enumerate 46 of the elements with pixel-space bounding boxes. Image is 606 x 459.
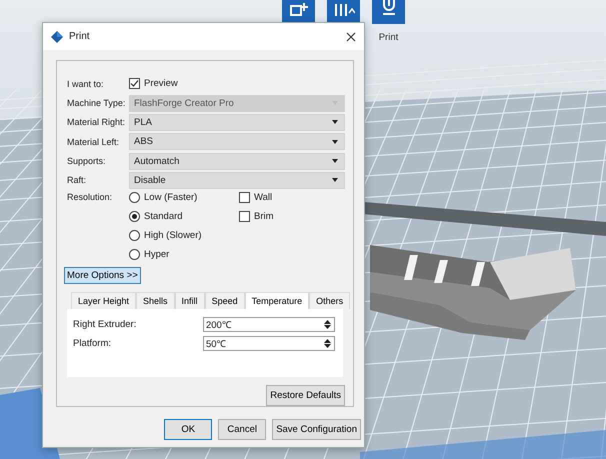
caret-icon — [332, 159, 338, 164]
field-label: Platform: — [73, 338, 112, 350]
dropdown[interactable]: PLA — [129, 114, 345, 131]
option-checkbox[interactable]: Wall — [239, 192, 274, 204]
settings-tab[interactable]: Shells — [136, 292, 175, 310]
settings-tab[interactable]: Layer Height — [71, 292, 136, 310]
temperature-spinbox[interactable]: 200℃ — [202, 317, 335, 332]
dialog-button[interactable]: Save Configuration — [272, 419, 361, 440]
restore-defaults-button[interactable]: Restore Defaults — [266, 384, 345, 406]
resolution-radio[interactable]: Hyper — [129, 249, 239, 260]
diamond-logo-icon — [51, 30, 63, 42]
resolution-radio[interactable]: High (Slower) — [129, 230, 239, 242]
option-checkbox[interactable]: Brim — [239, 211, 274, 222]
dropdown[interactable]: Automatch — [129, 152, 345, 170]
preview-checkbox[interactable]: Preview — [129, 78, 178, 90]
settings-tab[interactable]: Infill — [174, 292, 205, 310]
resolution-radio[interactable]: Low (Faster) — [129, 192, 239, 204]
add-object-icon — [288, 2, 308, 16]
spin-arrows-icon — [324, 339, 331, 348]
field-label: Resolution: — [67, 192, 114, 204]
temperature-spinbox[interactable]: 50℃ — [202, 336, 335, 352]
bars-icon — [332, 2, 354, 16]
dialog-title: Print — [69, 31, 91, 42]
field-label: Supports: — [67, 156, 107, 166]
spin-arrows-icon — [324, 320, 331, 330]
settings-tab[interactable]: Temperature — [244, 292, 310, 310]
field-label: Material Right: — [67, 117, 126, 128]
caret-icon — [332, 140, 338, 144]
field-label: Machine Type: — [67, 98, 126, 108]
settings-tab[interactable]: Others — [309, 292, 350, 310]
more-options-button[interactable]: More Options >> — [64, 267, 141, 284]
resolution-radio[interactable]: Standard — [129, 211, 239, 222]
dialog-button[interactable]: Cancel — [218, 419, 266, 440]
field-label: I want to: — [67, 78, 105, 89]
close-icon[interactable] — [346, 32, 356, 42]
caret-icon — [332, 120, 338, 124]
dialog-button[interactable]: OK — [164, 419, 212, 440]
toolbar-label: Print — [378, 32, 398, 43]
field-label: Right Extruder: — [73, 319, 138, 330]
field-label: Raft: — [67, 175, 88, 186]
settings-tab[interactable]: Speed — [204, 292, 245, 310]
dropdown[interactable]: ABS — [129, 133, 345, 150]
print-nozzle-icon — [380, 0, 396, 16]
caret-icon — [332, 178, 338, 182]
field-label: Material Left: — [67, 136, 120, 147]
dropdown[interactable]: Disable — [129, 172, 345, 189]
